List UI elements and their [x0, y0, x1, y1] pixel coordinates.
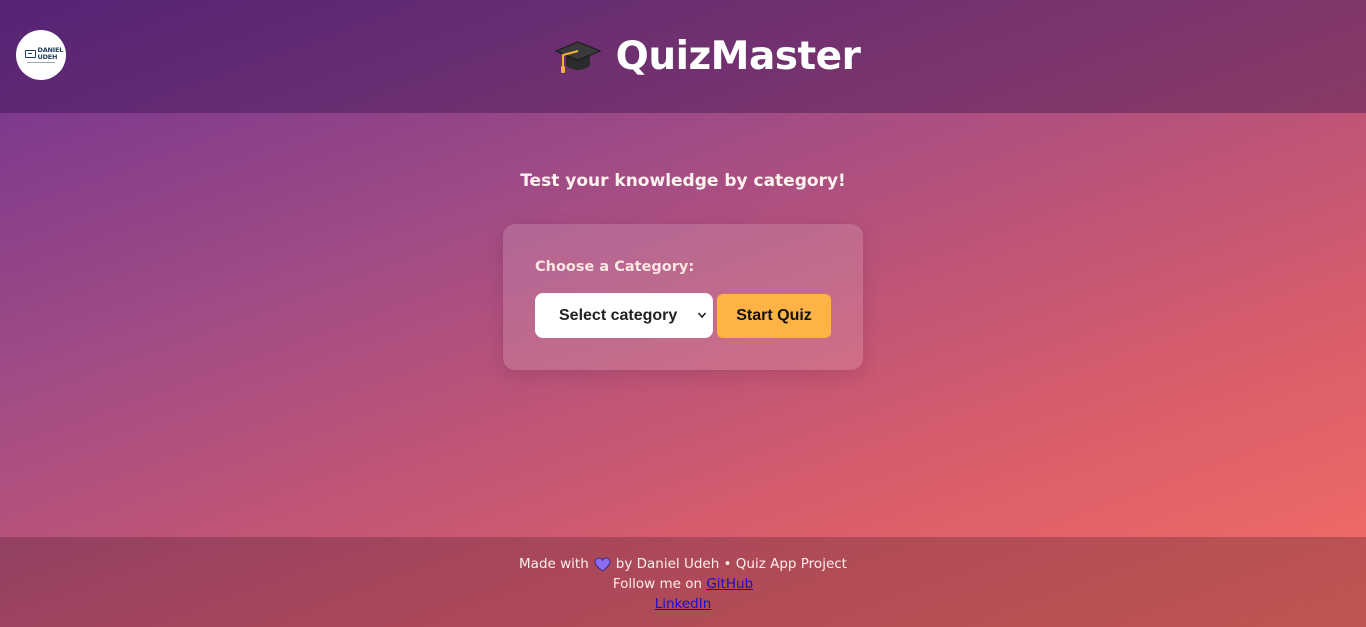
daniel-udeh-logo[interactable]: DANIEL UDEH — [16, 30, 66, 80]
monitor-icon — [24, 49, 36, 58]
byline-text: by Daniel Udeh • Quiz App Project — [615, 556, 847, 572]
tagline: Test your knowledge by category! — [520, 171, 846, 191]
follow-text: Follow me on — [612, 576, 703, 592]
github-link[interactable]: GitHub — [706, 576, 753, 592]
footer-linkedin: LinkedIn — [0, 594, 1366, 614]
purple-heart-icon — [594, 556, 611, 572]
site-footer: Made with by Daniel Udeh • Quiz App Proj… — [0, 537, 1366, 627]
start-quiz-button[interactable]: Start Quiz — [717, 294, 831, 338]
category-card: Choose a Category: Select category Start… — [503, 224, 863, 370]
logo-row: DANIEL UDEH — [24, 46, 64, 61]
graduation-cap-icon — [554, 40, 602, 73]
site-header: DANIEL UDEH QuizMaster — [0, 0, 1366, 113]
category-select-value: Select category — [559, 306, 678, 324]
footer-follow: Follow me on GitHub — [0, 574, 1366, 594]
chevron-down-icon — [697, 312, 707, 319]
category-label: Choose a Category: — [535, 259, 695, 275]
made-with-text: Made with — [519, 556, 589, 572]
logo-tagline-line — [27, 62, 55, 63]
footer-credit: Made with by Daniel Udeh • Quiz App Proj… — [0, 554, 1366, 574]
category-select[interactable]: Select category — [535, 293, 713, 338]
logo-text: DANIEL UDEH — [37, 46, 64, 61]
page-title: QuizMaster — [615, 34, 861, 79]
site-title: QuizMaster — [554, 34, 861, 79]
linkedin-link[interactable]: LinkedIn — [655, 596, 712, 612]
